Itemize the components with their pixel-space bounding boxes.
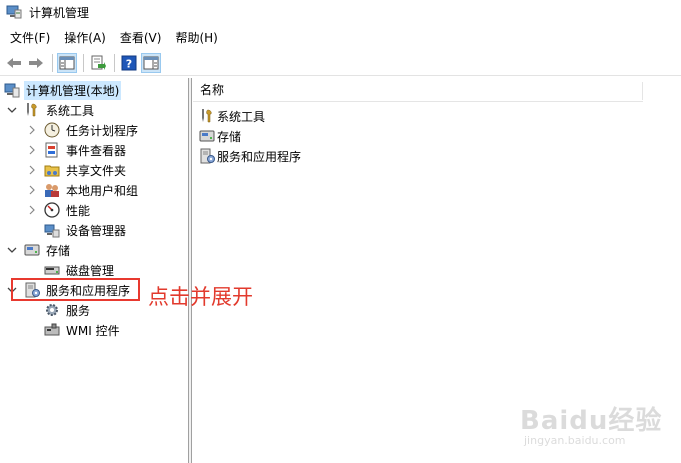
performance-gauge-icon (44, 202, 60, 218)
event-viewer-icon (44, 142, 60, 158)
tree-label: 存储 (46, 243, 71, 258)
chevron-down-icon[interactable] (6, 244, 18, 256)
wmi-control-icon (44, 322, 60, 338)
column-header-label: 名称 (200, 83, 225, 97)
tree-label: 设备管理器 (66, 223, 127, 238)
list-item-label: 系统工具 (217, 109, 266, 124)
system-tools-icon (199, 108, 215, 124)
show-hide-tree-icon[interactable] (57, 52, 77, 73)
tree-label: 本地用户和组 (66, 183, 139, 198)
tree-item-services[interactable]: 服务 (44, 300, 92, 320)
list-item-label: 存储 (217, 129, 242, 144)
chevron-right-icon[interactable] (26, 204, 38, 216)
tree-label: 共享文件夹 (66, 163, 127, 178)
menu-help[interactable]: 帮助(H) (169, 27, 223, 48)
shared-folder-icon (44, 162, 60, 178)
menu-action[interactable]: 操作(A) (58, 27, 112, 48)
clock-icon (44, 122, 60, 138)
svg-text:?: ? (126, 57, 132, 70)
tree-label: 事件查看器 (66, 143, 127, 158)
help-icon[interactable]: ? (119, 53, 139, 73)
chevron-right-icon[interactable] (26, 164, 38, 176)
computer-management-icon (4, 82, 20, 98)
show-hide-action-pane-icon[interactable] (141, 52, 161, 73)
highlight-box (11, 278, 140, 301)
baidu-watermark: Baidu经验 jingyan.baidu.com (520, 400, 670, 450)
tree-item-computer-management[interactable]: 计算机管理(本地) (4, 80, 122, 100)
list-item-label: 服务和应用程序 (217, 149, 302, 164)
toolbar-separator (83, 53, 84, 72)
console-tree: 计算机管理(本地) 系统工具 任务计划程序 事件查看器 共享文件夹 本地用户和组… (0, 78, 189, 463)
tree-item-disk-management[interactable]: 磁盘管理 (44, 260, 116, 280)
forward-arrow-icon[interactable] (26, 53, 46, 73)
list-item[interactable]: 系统工具 (199, 106, 265, 126)
device-manager-icon (44, 222, 60, 238)
toolbar-separator (114, 53, 115, 72)
watermark-url: jingyan.baidu.com (524, 434, 626, 447)
tree-label: 磁盘管理 (66, 263, 115, 278)
tree-label: WMI 控件 (66, 323, 120, 338)
tree-item-task-scheduler[interactable]: 任务计划程序 (26, 120, 140, 140)
tree-label: 系统工具 (46, 103, 95, 118)
tree-label: 计算机管理(本地) (24, 80, 122, 100)
tree-label: 性能 (66, 203, 91, 218)
gear-icon (44, 302, 60, 318)
menu-bar: 文件(F) 操作(A) 查看(V) 帮助(H) (0, 26, 681, 48)
toolbar-separator (52, 53, 53, 72)
computer-management-icon (6, 5, 22, 19)
chevron-right-icon[interactable] (26, 184, 38, 196)
tree-label: 服务 (66, 303, 91, 318)
tree-item-system-tools[interactable]: 系统工具 (6, 100, 96, 120)
pane-splitter[interactable] (189, 78, 192, 463)
watermark-logo-text: Baidu经验 (520, 406, 663, 436)
chevron-right-icon[interactable] (26, 144, 38, 156)
menu-file[interactable]: 文件(F) (4, 27, 56, 48)
system-tools-icon (24, 102, 40, 118)
storage-icon (24, 242, 40, 258)
export-list-icon[interactable] (88, 53, 108, 73)
annotation-text: 点击并展开 (148, 285, 253, 309)
tree-item-event-viewer[interactable]: 事件查看器 (26, 140, 128, 160)
title-bar: 计算机管理 (0, 0, 681, 24)
tree-label: 任务计划程序 (66, 123, 139, 138)
chevron-down-icon[interactable] (6, 104, 18, 116)
column-divider[interactable] (642, 82, 643, 100)
window-title: 计算机管理 (29, 5, 90, 20)
tree-item-local-users-groups[interactable]: 本地用户和组 (26, 180, 140, 200)
services-applications-icon (199, 148, 215, 164)
users-icon (44, 182, 60, 198)
list-item[interactable]: 存储 (199, 126, 241, 146)
toolbar: ? (0, 50, 681, 76)
tree-item-performance[interactable]: 性能 (26, 200, 92, 220)
disk-management-icon (44, 262, 60, 278)
storage-icon (199, 128, 215, 144)
tree-item-wmi-control[interactable]: WMI 控件 (44, 320, 122, 340)
tree-item-storage[interactable]: 存储 (6, 240, 72, 260)
tree-item-device-manager[interactable]: 设备管理器 (44, 220, 128, 240)
column-header-name[interactable]: 名称 (193, 78, 643, 102)
list-item[interactable]: 服务和应用程序 (199, 146, 301, 166)
menu-view[interactable]: 查看(V) (114, 27, 168, 48)
tree-item-shared-folders[interactable]: 共享文件夹 (26, 160, 128, 180)
back-arrow-icon[interactable] (4, 53, 24, 73)
chevron-right-icon[interactable] (26, 124, 38, 136)
